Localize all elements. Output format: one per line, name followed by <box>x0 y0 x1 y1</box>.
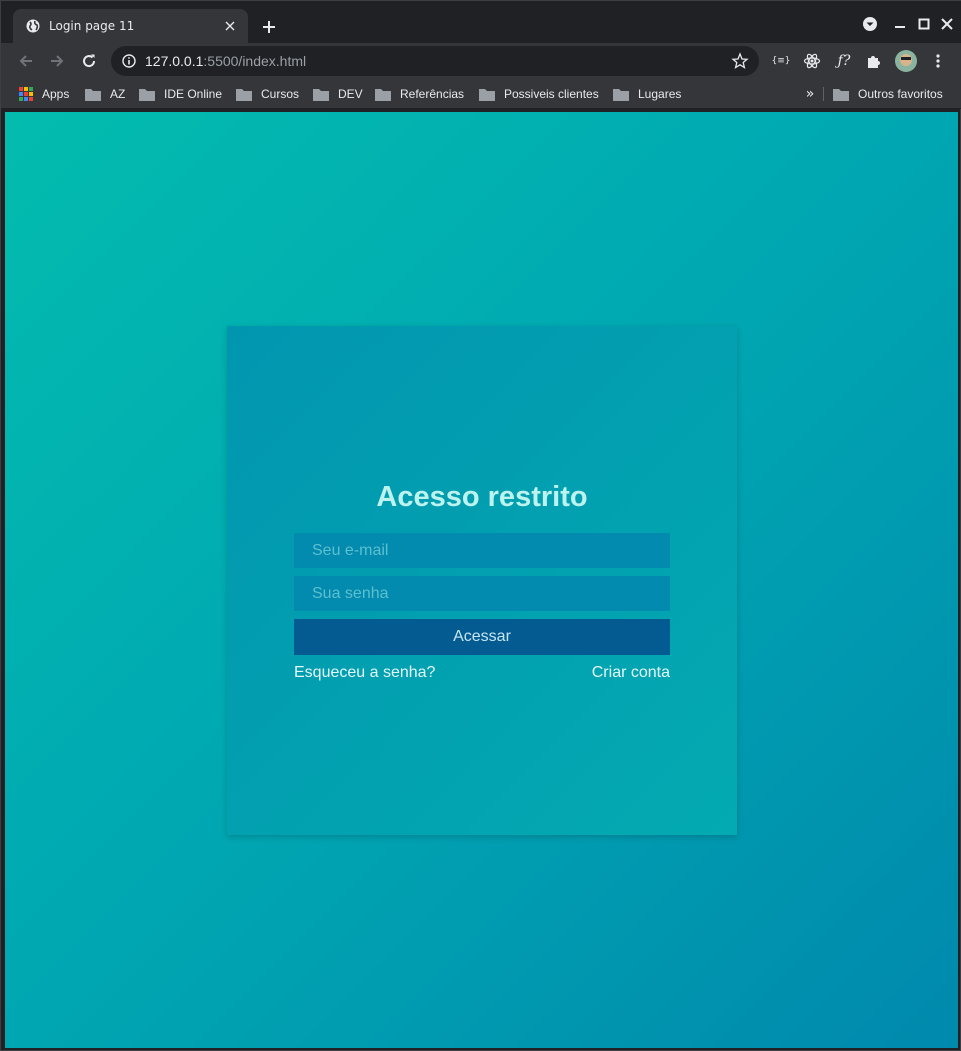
bookmark-label: AZ <box>110 87 126 101</box>
folder-icon <box>479 87 495 101</box>
globe-icon <box>25 18 41 34</box>
submit-button[interactable]: Acessar <box>294 619 670 655</box>
folder-icon <box>375 87 391 101</box>
tab-search-icon[interactable] <box>859 13 881 35</box>
browser-toolbar: 127.0.0.1:5500/index.html {≡} ƒ? <box>1 43 961 79</box>
bookmark-folder-referencias[interactable]: Referências <box>375 84 464 104</box>
info-icon[interactable] <box>121 53 137 69</box>
url-text: 127.0.0.1:5500/index.html <box>145 53 731 69</box>
bookmark-folder-ide-online[interactable]: IDE Online <box>139 84 222 104</box>
bookmark-folder-cursos[interactable]: Cursos <box>236 84 299 104</box>
forgot-password-link[interactable]: Esqueceu a senha? <box>294 664 435 682</box>
folder-icon <box>85 87 101 101</box>
url-host: 127.0.0.1 <box>145 53 204 69</box>
bookmark-star-icon[interactable] <box>731 52 749 70</box>
json-extension-label: {≡} <box>771 56 791 66</box>
url-path: :5500/index.html <box>203 53 307 69</box>
login-card: Acesso restrito Acessar Esqueceu a senha… <box>227 326 737 835</box>
login-title: Acesso restrito <box>376 481 588 513</box>
bookmarks-overflow-icon[interactable]: » <box>801 84 819 104</box>
bookmark-folder-outros-favoritos[interactable]: Outros favoritos <box>833 84 943 104</box>
extensions-puzzle-icon[interactable] <box>863 50 885 72</box>
bookmark-folder-az[interactable]: AZ <box>85 84 125 104</box>
bookmark-folder-lugares[interactable]: Lugares <box>613 84 681 104</box>
password-field[interactable] <box>294 576 670 611</box>
tab-title: Login page 11 <box>49 19 135 33</box>
bookmark-label: Apps <box>42 87 70 101</box>
create-account-link[interactable]: Criar conta <box>592 664 670 682</box>
folder-icon <box>313 87 329 101</box>
folder-icon <box>139 87 155 101</box>
folder-icon <box>236 87 252 101</box>
profile-avatar[interactable] <box>895 50 917 72</box>
apps-grid-icon <box>19 87 33 101</box>
bookmark-label: Referências <box>400 87 465 101</box>
folder-icon <box>833 87 849 101</box>
menu-kebab-icon[interactable] <box>927 50 949 72</box>
back-icon[interactable] <box>14 49 38 73</box>
react-devtools-icon[interactable] <box>801 50 823 72</box>
bookmark-label: Possiveis clientes <box>504 87 599 101</box>
font-extension-label: ƒ? <box>837 53 851 69</box>
bookmarks-bar: Apps AZ IDE Online Cursos DEV Referência… <box>1 79 961 109</box>
bookmark-label: DEV <box>338 87 363 101</box>
bookmark-folder-dev[interactable]: DEV <box>313 84 363 104</box>
bookmark-label: Lugares <box>638 87 682 101</box>
reload-icon[interactable] <box>77 49 101 73</box>
maximize-icon[interactable] <box>913 13 935 35</box>
folder-icon <box>613 87 629 101</box>
bookmark-label: Cursos <box>261 87 300 101</box>
bookmark-folder-possiveis-clientes[interactable]: Possiveis clientes <box>479 84 599 104</box>
minimize-icon[interactable] <box>889 13 911 35</box>
new-tab-button[interactable] <box>259 17 279 37</box>
bookmark-apps[interactable]: Apps <box>19 84 69 104</box>
close-tab-icon[interactable] <box>222 18 238 34</box>
avatar-glasses <box>901 57 911 60</box>
tab-login-page[interactable]: Login page 11 <box>13 9 248 43</box>
page-viewport: Acesso restrito Acessar Esqueceu a senha… <box>5 112 958 1048</box>
json-viewer-extension-icon[interactable]: {≡} <box>770 50 792 72</box>
bookmark-label: IDE Online <box>164 87 223 101</box>
bookmarks-divider <box>823 87 824 101</box>
address-bar[interactable]: 127.0.0.1:5500/index.html <box>111 46 759 76</box>
tab-strip: Login page 11 <box>1 1 961 43</box>
avatar-face <box>900 54 912 66</box>
forward-icon[interactable] <box>45 49 69 73</box>
bookmark-label: Outros favoritos <box>858 87 943 101</box>
font-finder-extension-icon[interactable]: ƒ? <box>833 50 855 72</box>
close-window-icon[interactable] <box>936 13 958 35</box>
browser-window: Login page 11 127.0.0.1:5500/index.html … <box>0 0 961 1051</box>
email-field[interactable] <box>294 533 670 568</box>
